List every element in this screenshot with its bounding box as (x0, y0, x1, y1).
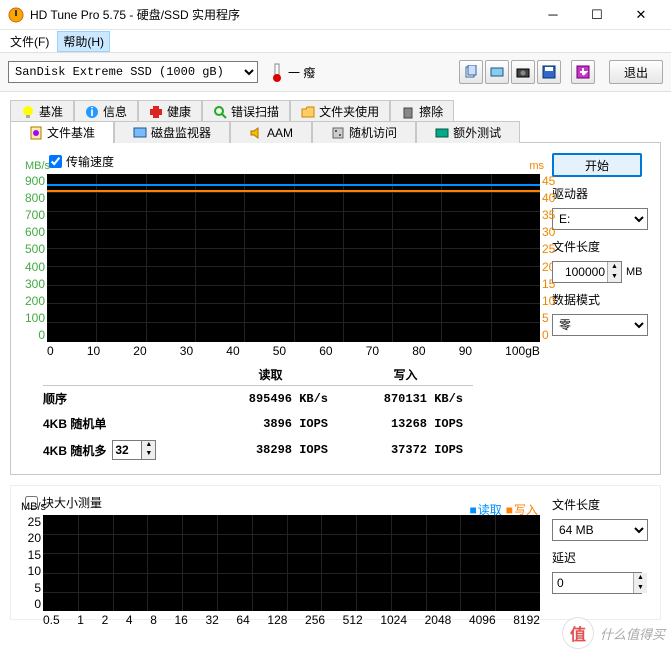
block-size-label: 块大小测量 (42, 494, 102, 511)
tab-error-scan[interactable]: 错误扫描 (202, 100, 290, 122)
minimize-button[interactable]: ─ (531, 1, 575, 29)
row-sequential: 顺序 895496 KB/s 870131 KB/s (43, 386, 473, 411)
menu-file[interactable]: 文件(F) (4, 31, 55, 52)
transfer-speed-label: 传输速度 (66, 153, 114, 170)
tab-health[interactable]: 健康 (138, 100, 202, 122)
hdr-write: 写入 (338, 366, 473, 383)
chart2-ylabel: MB/s (21, 501, 46, 513)
chart2-xaxis: 0.512481632641282565121024204840968192 (43, 613, 540, 627)
results-table: 读取 写入 顺序 895496 KB/s 870131 KB/s 4KB 随机单… (43, 366, 473, 464)
trace-read (47, 184, 540, 186)
datamode-label: 数据模式 (552, 291, 648, 308)
chart-ylabel-left: MB/s (25, 160, 50, 172)
tab-extra-tests[interactable]: 额外测试 (416, 121, 520, 143)
block-filelen-label: 文件长度 (552, 496, 648, 513)
app-icon (8, 7, 24, 23)
temperature-value: 一 癈 (288, 64, 315, 81)
maximize-button[interactable]: ☐ (575, 1, 619, 29)
tab-info[interactable]: i信息 (74, 100, 138, 122)
copy-screenshot-button[interactable] (485, 60, 509, 84)
block-size-panel: 块大小测量 MB/s 读取写入 2520151050 0.51248163264… (10, 485, 661, 620)
chart-yaxis-left: 9008007006005004003002001000 (25, 174, 45, 342)
health-icon (149, 105, 163, 119)
magnifier-icon (213, 105, 227, 119)
info-icon: i (85, 105, 99, 119)
watermark-text: 什么值得买 (600, 624, 665, 643)
chart2-yaxis: 2520151050 (21, 515, 41, 611)
tab-row-1: 基准 i信息 健康 错误扫描 文件夹使用 擦除 (10, 100, 661, 122)
tab-folder-usage[interactable]: 文件夹使用 (290, 100, 390, 122)
watermark: 值 什么值得买 (562, 617, 665, 649)
file-bench-icon (29, 126, 43, 140)
chart-yaxis-right: 454035302520151050 (542, 174, 560, 342)
filelen-unit: MB (626, 266, 643, 278)
options-button[interactable] (571, 60, 595, 84)
erase-icon (401, 105, 415, 119)
block-size-checkbox[interactable]: 块大小测量 (25, 494, 540, 511)
thermometer-icon (270, 62, 284, 82)
chart-ylabel-right: ms (529, 160, 544, 172)
filelen-label: 文件长度 (552, 238, 648, 255)
speaker-icon (249, 126, 263, 140)
close-button[interactable]: ✕ (619, 1, 663, 29)
chart2-legend: 读取写入 (469, 501, 538, 518)
tab-file-benchmark[interactable]: 文件基准 (10, 121, 114, 143)
svg-text:i: i (90, 105, 93, 119)
random-icon (331, 126, 345, 140)
folder-icon (301, 105, 315, 119)
tab-benchmark[interactable]: 基准 (10, 100, 74, 122)
tab-disk-monitor[interactable]: 磁盘监视器 (114, 121, 230, 143)
tab-erase[interactable]: 擦除 (390, 100, 454, 122)
watermark-icon: 值 (562, 617, 594, 649)
monitor-icon (133, 126, 147, 140)
tab-row-2: 文件基准 磁盘监视器 AAM 随机访问 额外测试 (10, 121, 661, 143)
drive-select[interactable]: SanDisk Extreme SSD (1000 gB) (8, 61, 258, 83)
hdr-read: 读取 (203, 366, 338, 383)
delay-input[interactable] (552, 572, 642, 594)
exit-button[interactable]: 退出 (609, 60, 663, 84)
menubar: 文件(F) 帮助(H) (0, 30, 671, 52)
tab-random-access[interactable]: 随机访问 (312, 121, 416, 143)
row-4kb-multi: 4KB 随机多 32▲▼ 38298 IOPS 37372 IOPS (43, 436, 473, 464)
save-button[interactable] (537, 60, 561, 84)
transfer-chart: MB/s ms 9008007006005004003002001000 454… (47, 174, 540, 342)
copy-info-button[interactable] (459, 60, 483, 84)
block-filelen-select[interactable]: 64 MB (552, 519, 648, 541)
titlebar: HD Tune Pro 5.75 - 硬盘/SSD 实用程序 ─ ☐ ✕ (0, 0, 671, 30)
start-button[interactable]: 开始 (552, 153, 642, 177)
chart-xaxis: 0102030405060708090100gB (47, 344, 540, 358)
extra-icon (435, 126, 449, 140)
block-chart: MB/s 读取写入 2520151050 0.51248163264128256… (43, 515, 540, 611)
driver-select[interactable]: E: (552, 208, 648, 230)
window-title: HD Tune Pro 5.75 - 硬盘/SSD 实用程序 (30, 6, 531, 23)
file-benchmark-panel: 传输速度 MB/s ms 900800700600500400300200100… (10, 142, 661, 475)
menu-help[interactable]: 帮助(H) (57, 31, 110, 52)
driver-label: 驱动器 (552, 185, 648, 202)
lightbulb-icon (21, 105, 35, 119)
datamode-select[interactable]: 零 (552, 314, 648, 336)
toolbar: SanDisk Extreme SSD (1000 gB) 一 癈 退出 (0, 52, 671, 92)
side-controls: 开始 驱动器 E: 文件长度 ▲▼ MB 数据模式 零 (552, 153, 648, 336)
delay-label: 延迟 (552, 549, 648, 566)
trace-write (47, 190, 540, 192)
row-4kb-single: 4KB 随机单 3896 IOPS 13268 IOPS (43, 411, 473, 436)
thread-count-spinner[interactable]: 32▲▼ (112, 440, 156, 460)
screenshot-button[interactable] (511, 60, 535, 84)
tab-aam[interactable]: AAM (230, 121, 312, 143)
temperature-display: 一 癈 (270, 62, 315, 82)
transfer-speed-checkbox[interactable]: 传输速度 (49, 153, 540, 170)
